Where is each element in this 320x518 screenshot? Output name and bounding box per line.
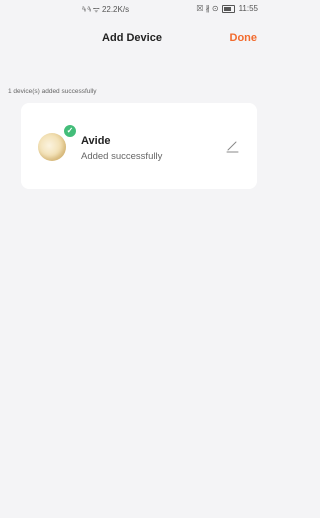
page-title: Add Device bbox=[102, 32, 162, 44]
success-summary: 1 device(s) added successfully bbox=[8, 88, 97, 95]
device-status: Added successfully bbox=[81, 151, 163, 162]
status-bar-network: ᵃᵢᵢ ᵃᵢᵢ ᯤ 22.2K/s bbox=[82, 4, 129, 15]
battery-icon bbox=[221, 4, 235, 13]
signal-icon: ᵃᵢᵢ bbox=[82, 6, 86, 13]
wifi-icon: ᯤ bbox=[92, 5, 100, 14]
status-bar-system: ☒ ∦ ⊙ 11:55 bbox=[196, 4, 258, 13]
check-icon: ✓ bbox=[63, 124, 77, 138]
status-bar: ᵃᵢᵢ ᵃᵢᵢ ᯤ 22.2K/s ☒ ∦ ⊙ 11:55 bbox=[0, 0, 264, 20]
edit-pencil-svg bbox=[226, 141, 239, 153]
device-image bbox=[38, 133, 66, 161]
device-card[interactable]: ✓ Avide Added successfully bbox=[21, 103, 257, 189]
signal-icon-secondary: ᵃᵢᵢ bbox=[87, 6, 91, 13]
navigation-bar: Add Device Done bbox=[0, 20, 264, 58]
network-speed: 22.2K/s bbox=[101, 5, 130, 14]
system-status-icons: ☒ ∦ ⊙ bbox=[196, 4, 219, 13]
clock: 11:55 bbox=[238, 4, 258, 13]
edit-pencil-icon[interactable] bbox=[225, 139, 239, 153]
device-name: Avide bbox=[81, 135, 111, 147]
done-button[interactable]: Done bbox=[230, 32, 258, 44]
